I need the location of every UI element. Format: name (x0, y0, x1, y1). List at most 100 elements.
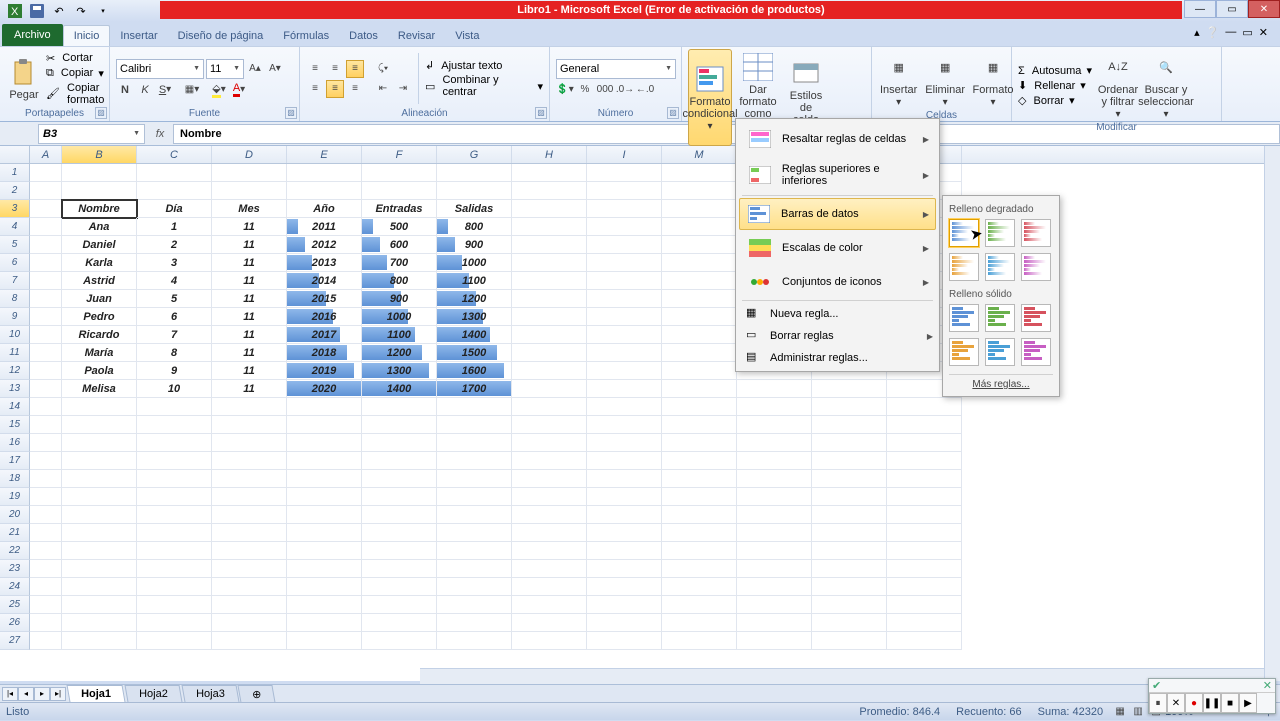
cell[interactable] (662, 200, 737, 218)
view-normal-icon[interactable]: ▦ (1111, 703, 1129, 721)
cell[interactable]: Paola (62, 362, 137, 380)
cell[interactable] (587, 506, 662, 524)
cell[interactable]: Mes (212, 200, 287, 218)
cell[interactable] (212, 560, 287, 578)
cell[interactable]: Día (137, 200, 212, 218)
select-all-corner[interactable] (0, 146, 30, 163)
row-header[interactable]: 14 (0, 398, 30, 416)
cell[interactable] (587, 290, 662, 308)
row-header[interactable]: 4 (0, 218, 30, 236)
cell[interactable]: 2013 (287, 254, 362, 272)
cell[interactable] (137, 524, 212, 542)
cell[interactable] (587, 632, 662, 650)
data-bar-style[interactable] (1021, 338, 1051, 366)
cell[interactable] (737, 452, 812, 470)
cell[interactable]: 1400 (437, 326, 512, 344)
cell[interactable] (437, 560, 512, 578)
cell[interactable] (512, 290, 587, 308)
cell[interactable]: 1100 (362, 326, 437, 344)
row-header[interactable]: 25 (0, 596, 30, 614)
cell[interactable]: Salidas (437, 200, 512, 218)
cell[interactable] (662, 182, 737, 200)
cell[interactable] (362, 524, 437, 542)
cell[interactable] (662, 254, 737, 272)
cell[interactable] (587, 416, 662, 434)
cell[interactable] (212, 632, 287, 650)
minimize-ribbon-icon[interactable]: ▴ (1194, 26, 1200, 39)
sheet-tab-1[interactable]: Hoja1 (67, 685, 126, 702)
cell[interactable] (137, 164, 212, 182)
cell[interactable] (287, 596, 362, 614)
cell[interactable] (662, 362, 737, 380)
cell[interactable] (587, 398, 662, 416)
cell[interactable] (512, 452, 587, 470)
cell[interactable] (737, 470, 812, 488)
row-header[interactable]: 27 (0, 632, 30, 650)
cell[interactable] (887, 488, 962, 506)
cell[interactable] (812, 380, 887, 398)
tab-diseno[interactable]: Diseño de página (168, 26, 274, 46)
cell[interactable]: 2016 (287, 308, 362, 326)
cell[interactable]: 2 (137, 236, 212, 254)
cell[interactable] (812, 632, 887, 650)
row-header[interactable]: 7 (0, 272, 30, 290)
recorder-cancel-icon[interactable]: ✕ (1167, 693, 1185, 713)
align-left-icon[interactable]: ≡ (306, 80, 324, 98)
cell[interactable] (62, 452, 137, 470)
cell[interactable] (30, 470, 62, 488)
cell[interactable] (30, 326, 62, 344)
cell[interactable] (137, 614, 212, 632)
number-format-dropdown[interactable]: General▼ (556, 59, 676, 79)
cf-manage-rules[interactable]: ▤Administrar reglas... (738, 347, 937, 369)
cell[interactable] (362, 398, 437, 416)
cell[interactable] (437, 416, 512, 434)
cell[interactable] (662, 578, 737, 596)
more-rules-link[interactable]: Más reglas... (949, 374, 1053, 390)
cell[interactable] (587, 272, 662, 290)
cell[interactable] (30, 578, 62, 596)
recorder-record-icon[interactable]: ● (1185, 693, 1203, 713)
cell[interactable] (737, 416, 812, 434)
cell[interactable]: 1200 (362, 344, 437, 362)
column-header[interactable]: D (212, 146, 287, 163)
row-header[interactable]: 22 (0, 542, 30, 560)
cell[interactable] (587, 560, 662, 578)
save-icon[interactable] (28, 2, 46, 20)
cell[interactable] (30, 164, 62, 182)
cell[interactable] (362, 596, 437, 614)
cell[interactable] (512, 164, 587, 182)
cell[interactable] (437, 470, 512, 488)
cell[interactable] (287, 632, 362, 650)
cell[interactable] (362, 506, 437, 524)
cell[interactable] (587, 614, 662, 632)
cell[interactable] (587, 344, 662, 362)
cell[interactable] (62, 398, 137, 416)
find-select-button[interactable]: 🔍Buscar y seleccionar▾ (1144, 49, 1188, 122)
cell[interactable] (437, 578, 512, 596)
delete-cells-button[interactable]: ▦Eliminar▾ (923, 49, 967, 110)
align-center-icon[interactable]: ≡ (326, 80, 344, 98)
cell[interactable]: Juan (62, 290, 137, 308)
cell[interactable] (30, 506, 62, 524)
fill-button[interactable]: ⬇ Rellenar ▾ (1018, 79, 1092, 92)
cell[interactable] (362, 560, 437, 578)
cell[interactable] (137, 560, 212, 578)
column-header[interactable]: C (137, 146, 212, 163)
cell[interactable] (62, 470, 137, 488)
cell[interactable] (512, 218, 587, 236)
cell[interactable] (62, 560, 137, 578)
cell[interactable] (512, 236, 587, 254)
sheet-nav-prev-icon[interactable]: ◂ (18, 687, 34, 701)
cell[interactable]: 2020 (287, 380, 362, 398)
comma-icon[interactable]: 000 (596, 81, 614, 99)
cell[interactable] (737, 542, 812, 560)
cell[interactable] (362, 632, 437, 650)
align-top-icon[interactable]: ≡ (306, 60, 324, 78)
cell[interactable]: 1400 (362, 380, 437, 398)
cell[interactable] (587, 524, 662, 542)
cell[interactable] (30, 452, 62, 470)
cell[interactable] (437, 488, 512, 506)
font-size-dropdown[interactable]: 11▼ (206, 59, 244, 79)
recorder-next-icon[interactable]: ▶ (1239, 693, 1257, 713)
cell[interactable] (212, 470, 287, 488)
